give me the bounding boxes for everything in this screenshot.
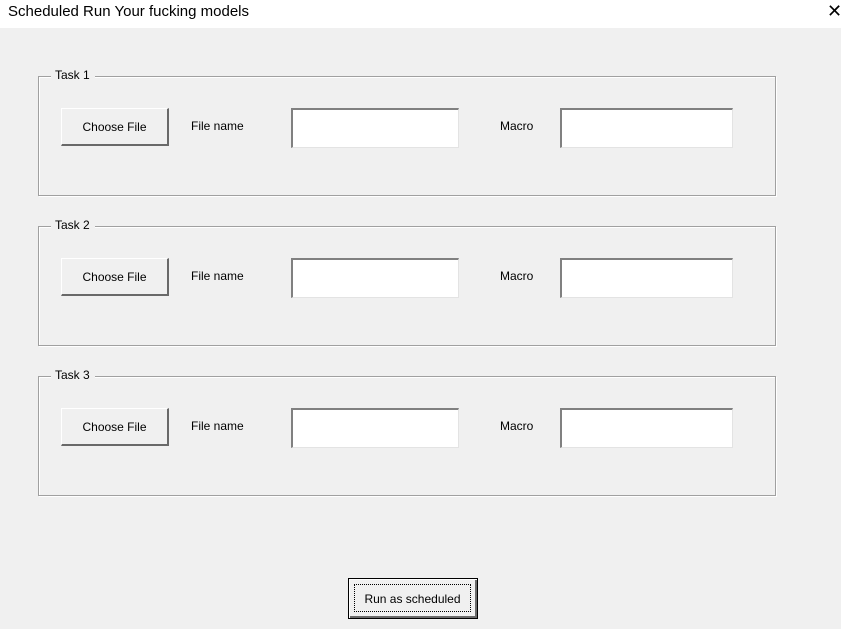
- task-3-frame: Task 3 Choose File File name Macro: [38, 368, 776, 496]
- run-as-scheduled-button[interactable]: Run as scheduled: [348, 578, 478, 619]
- task-3-legend: Task 3: [51, 368, 95, 382]
- task-3-file-name-label: File name: [191, 419, 244, 433]
- task-1-macro-label: Macro: [500, 119, 534, 133]
- task-2-macro-field[interactable]: [560, 258, 733, 298]
- window-title: Scheduled Run Your fucking models: [8, 3, 249, 20]
- close-icon[interactable]: ✕: [827, 2, 841, 20]
- task-2-choose-file-button[interactable]: Choose File: [61, 258, 169, 296]
- task-2-frame: Task 2 Choose File File name Macro: [38, 218, 776, 346]
- task-2-file-name-field[interactable]: [291, 258, 459, 298]
- task-2-macro-label: Macro: [500, 269, 534, 283]
- task-3-macro-field[interactable]: [560, 408, 733, 448]
- task-1-frame: Task 1 Choose File File name Macro: [38, 68, 776, 196]
- task-1-choose-file-button[interactable]: Choose File: [61, 108, 169, 146]
- task-2-file-name-label: File name: [191, 269, 244, 283]
- task-1-legend: Task 1: [51, 68, 95, 82]
- task-1-file-name-field[interactable]: [291, 108, 459, 148]
- task-1-macro-field[interactable]: [560, 108, 733, 148]
- run-as-scheduled-label: Run as scheduled: [354, 584, 471, 612]
- task-1-file-name-label: File name: [191, 119, 244, 133]
- task-3-macro-label: Macro: [500, 419, 534, 433]
- task-2-legend: Task 2: [51, 218, 95, 232]
- task-3-choose-file-button[interactable]: Choose File: [61, 408, 169, 446]
- dialog-window: Scheduled Run Your fucking models ✕ Task…: [0, 0, 841, 629]
- title-bar: Scheduled Run Your fucking models ✕: [0, 0, 841, 28]
- task-3-file-name-field[interactable]: [291, 408, 459, 448]
